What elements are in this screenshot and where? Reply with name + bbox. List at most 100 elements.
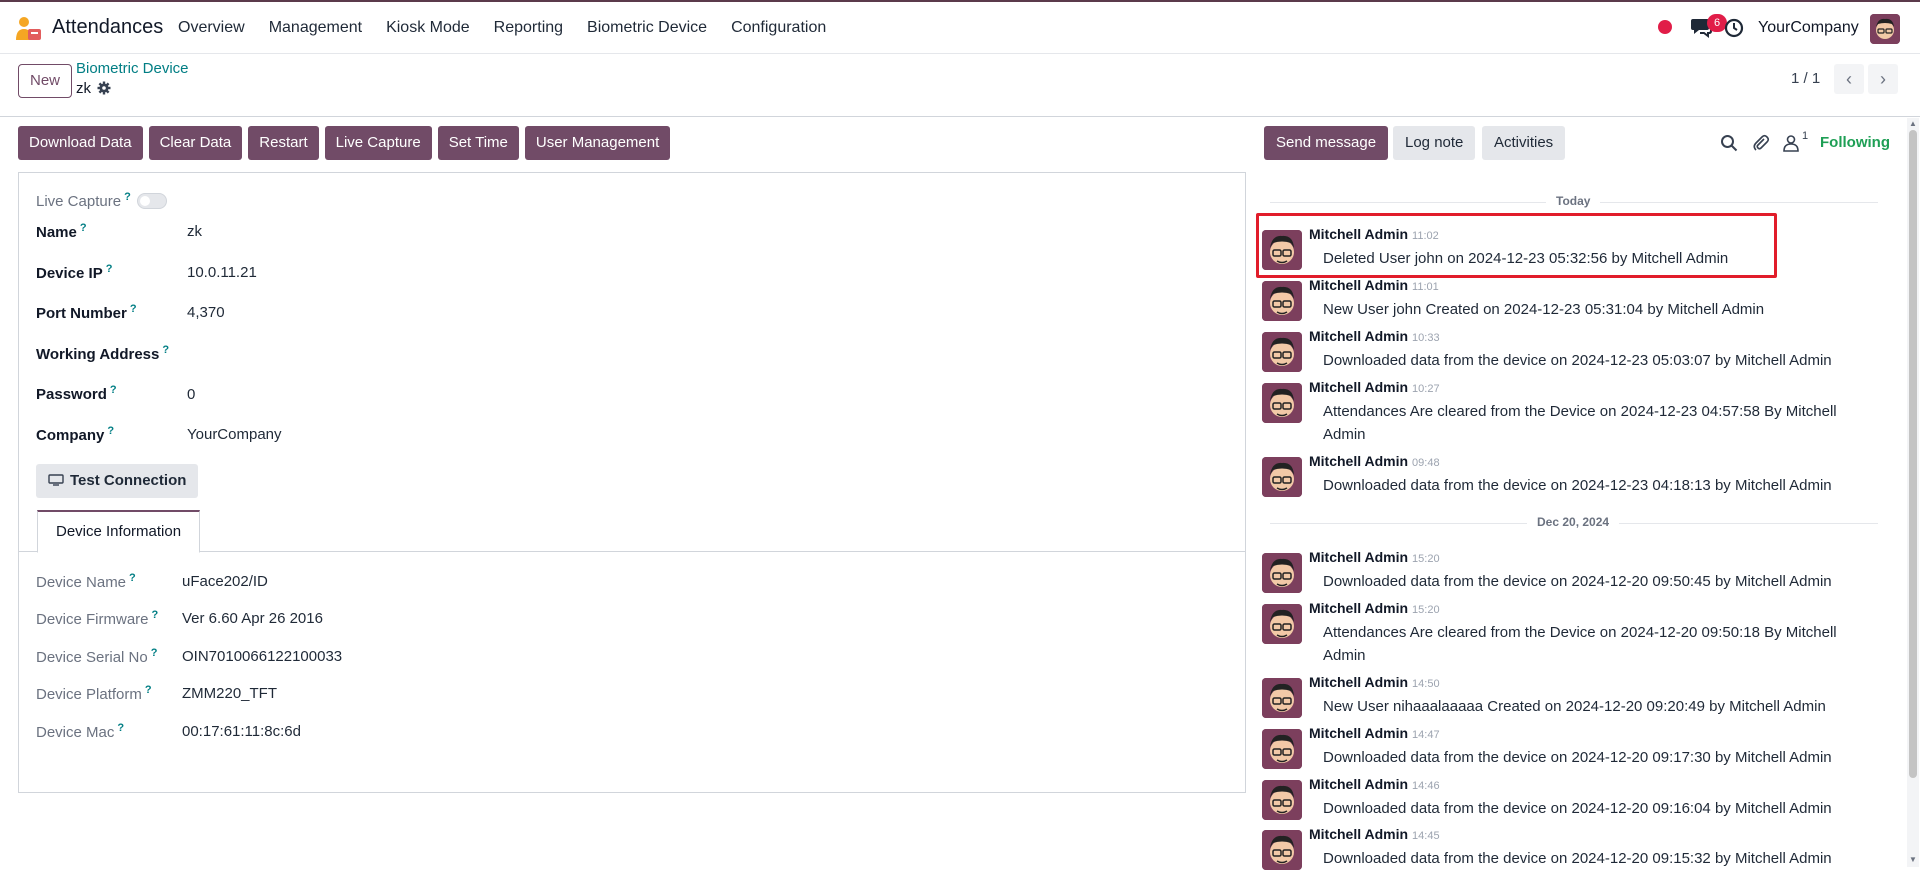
- message-time: 14:50: [1412, 678, 1440, 690]
- device-mac-value: 00:17:61:11:8c:6d: [182, 723, 301, 740]
- device-serial-value: OIN7010066122100033: [182, 648, 343, 665]
- search-icon[interactable]: [1720, 134, 1738, 152]
- followers-user-icon[interactable]: [1782, 134, 1800, 152]
- author-avatar[interactable]: [1262, 332, 1302, 372]
- port-number-field-label: Port Number?: [36, 303, 137, 322]
- menu-reporting[interactable]: Reporting: [494, 19, 563, 37]
- scroll-down-arrow-icon[interactable]: ▼: [1908, 855, 1918, 865]
- date-separator-dec-20: Dec 20, 2024: [1527, 515, 1620, 529]
- attendances-app-icon[interactable]: [14, 16, 42, 42]
- working-address-field-label: Working Address?: [36, 344, 170, 363]
- pager-next-button[interactable]: ›: [1868, 64, 1898, 94]
- help-icon[interactable]: ?: [80, 222, 87, 234]
- name-field-value[interactable]: zk: [187, 223, 202, 240]
- name-field-label: Name?: [36, 222, 87, 241]
- password-field-value[interactable]: 0: [187, 386, 195, 403]
- device-platform-value: ZMM220_TFT: [182, 685, 278, 702]
- message-author[interactable]: Mitchell Admin 09:48: [1309, 453, 1440, 469]
- device-ip-field-value[interactable]: 10.0.11.21: [187, 264, 257, 281]
- help-icon[interactable]: ?: [152, 609, 159, 621]
- chatter-scrollbar[interactable]: ▲ ▼: [1907, 118, 1919, 867]
- user-management-button[interactable]: User Management: [524, 126, 671, 160]
- author-avatar[interactable]: [1262, 553, 1302, 593]
- help-icon[interactable]: ?: [130, 303, 137, 315]
- message-body: Downloaded data from the device on 2024-…: [1323, 749, 1832, 766]
- message-body: Downloaded data from the device on 2024-…: [1323, 800, 1832, 817]
- menu-biometric-device[interactable]: Biometric Device: [587, 19, 707, 37]
- app-title[interactable]: Attendances: [52, 16, 163, 39]
- message-author[interactable]: Mitchell Admin 14:45: [1309, 826, 1440, 842]
- message-author[interactable]: Mitchell Admin 15:20: [1309, 600, 1440, 616]
- help-icon[interactable]: ?: [162, 344, 169, 356]
- scrollbar-thumb[interactable]: [1909, 130, 1917, 778]
- restart-button[interactable]: Restart: [248, 126, 319, 160]
- following-button[interactable]: Following: [1820, 134, 1890, 151]
- set-time-button[interactable]: Set Time: [437, 126, 519, 160]
- followers-count[interactable]: 1: [1802, 130, 1808, 142]
- message-time: 09:48: [1412, 457, 1440, 469]
- form-action-bar: Download Data Clear Data Restart Live Ca…: [18, 126, 671, 160]
- message-body: Downloaded data from the device on 2024-…: [1323, 352, 1832, 369]
- tab-device-information[interactable]: Device Information: [37, 510, 201, 553]
- author-avatar[interactable]: [1262, 281, 1302, 321]
- activities-button[interactable]: Activities: [1482, 126, 1566, 160]
- message-author[interactable]: Mitchell Admin 14:47: [1309, 725, 1440, 741]
- help-icon[interactable]: ?: [129, 572, 136, 584]
- help-icon[interactable]: ?: [124, 191, 131, 203]
- message-author[interactable]: Mitchell Admin 11:01: [1309, 277, 1439, 293]
- live-capture-button[interactable]: Live Capture: [324, 126, 432, 160]
- message-author[interactable]: Mitchell Admin 15:20: [1309, 549, 1440, 565]
- message-author[interactable]: Mitchell Admin 10:33: [1309, 328, 1440, 344]
- help-icon[interactable]: ?: [106, 263, 113, 275]
- help-icon[interactable]: ?: [110, 384, 117, 396]
- author-avatar[interactable]: [1262, 678, 1302, 718]
- scroll-up-arrow-icon[interactable]: ▲: [1908, 119, 1918, 129]
- send-message-button[interactable]: Send message: [1264, 126, 1389, 160]
- message-time: 14:45: [1412, 830, 1440, 842]
- author-avatar[interactable]: [1262, 383, 1302, 423]
- pager-value[interactable]: 1 / 1: [1791, 70, 1820, 87]
- menu-management[interactable]: Management: [269, 19, 362, 37]
- company-field-value[interactable]: YourCompany: [187, 426, 282, 443]
- menu-kiosk-mode[interactable]: Kiosk Mode: [386, 19, 470, 37]
- gear-icon[interactable]: [97, 81, 111, 95]
- log-note-button[interactable]: Log note: [1393, 126, 1476, 160]
- message-body: New User nihaaalaaaaa Created on 2024-12…: [1323, 698, 1826, 715]
- author-avatar[interactable]: [1262, 604, 1302, 644]
- author-avatar[interactable]: [1262, 830, 1302, 870]
- recording-indicator-icon[interactable]: [1658, 20, 1672, 34]
- pager-previous-button[interactable]: ‹: [1834, 64, 1864, 94]
- message-time: 15:20: [1412, 553, 1440, 565]
- main-menu: Overview Management Kiosk Mode Reporting…: [178, 19, 850, 37]
- message-time: 10:33: [1412, 332, 1440, 344]
- message-author[interactable]: Mitchell Admin 14:50: [1309, 674, 1440, 690]
- author-avatar[interactable]: [1262, 457, 1302, 497]
- live-capture-toggle[interactable]: [137, 193, 167, 209]
- help-icon[interactable]: ?: [151, 647, 158, 659]
- new-button[interactable]: New: [18, 64, 72, 98]
- device-platform-label: Device Platform?: [36, 684, 152, 703]
- message-time: 11:01: [1412, 281, 1439, 293]
- port-number-field-value[interactable]: 4,370: [187, 304, 225, 321]
- device-ip-field-label: Device IP?: [36, 263, 113, 282]
- breadcrumb-biometric-device[interactable]: Biometric Device: [76, 60, 189, 77]
- help-icon[interactable]: ?: [107, 425, 114, 437]
- company-switcher[interactable]: YourCompany: [1758, 19, 1859, 37]
- user-avatar[interactable]: [1870, 14, 1900, 44]
- download-data-button[interactable]: Download Data: [18, 126, 143, 160]
- paperclip-icon[interactable]: [1752, 134, 1770, 152]
- device-name-value: uFace202/ID: [182, 573, 268, 590]
- password-field-label: Password?: [36, 384, 117, 403]
- test-connection-button[interactable]: Test Connection: [36, 464, 199, 498]
- menu-configuration[interactable]: Configuration: [731, 19, 826, 37]
- activity-clock-icon[interactable]: [1724, 18, 1744, 38]
- menu-overview[interactable]: Overview: [178, 19, 245, 37]
- author-avatar[interactable]: [1262, 729, 1302, 769]
- help-icon[interactable]: ?: [117, 722, 124, 734]
- help-icon[interactable]: ?: [145, 684, 152, 696]
- author-avatar[interactable]: [1262, 780, 1302, 820]
- message-author[interactable]: Mitchell Admin 10:27: [1309, 379, 1440, 395]
- clear-data-button[interactable]: Clear Data: [148, 126, 243, 160]
- message-author[interactable]: Mitchell Admin 14:46: [1309, 776, 1440, 792]
- top-navbar: Attendances Overview Management Kiosk Mo…: [0, 0, 1920, 54]
